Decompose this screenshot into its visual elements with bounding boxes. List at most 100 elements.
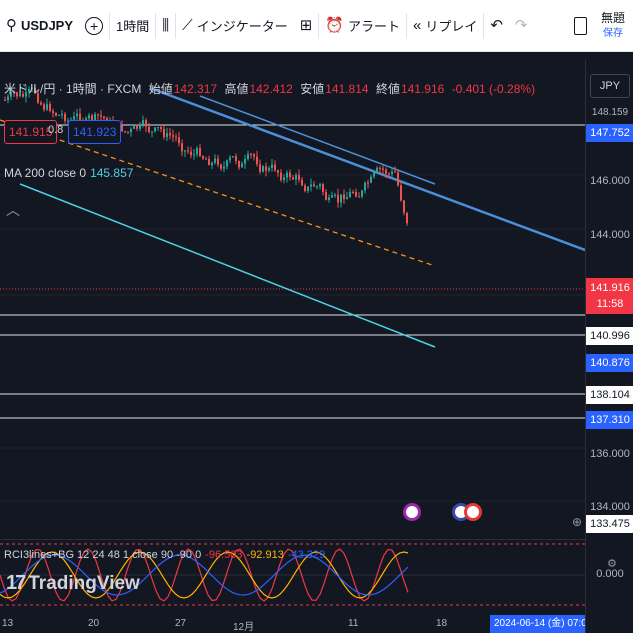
alarm-clock-icon: ⏰	[325, 17, 344, 34]
rci-long-value: -43.329	[287, 549, 326, 561]
candle-body	[97, 114, 99, 116]
watermark-text: TradingView	[28, 572, 140, 594]
candle-body	[214, 158, 216, 163]
price-tag: 140.996	[586, 327, 633, 345]
time-axis[interactable]: 13 20 27 12月 11 18 2024-06-14 (金) 07:00	[0, 615, 585, 633]
candle-body	[388, 173, 390, 175]
candle-body	[361, 190, 363, 197]
candle-body	[274, 164, 276, 171]
chart-area[interactable]: 米ドル/円 · 1時間 · FXCM 始値142.317 高値142.412 安…	[0, 60, 633, 633]
candle-body	[229, 157, 231, 161]
candle-body	[358, 196, 360, 198]
price-tick: 134.000	[590, 501, 630, 513]
candle-body	[211, 162, 213, 166]
candle-body	[157, 127, 159, 129]
current-price: 141.916	[590, 282, 630, 294]
candle-body	[307, 186, 309, 191]
candle-body	[376, 167, 378, 173]
candle-body	[382, 168, 384, 170]
gear-icon[interactable]: ⚙	[607, 557, 617, 570]
candle-body	[262, 166, 264, 172]
candle-body	[202, 156, 204, 159]
candle-body	[199, 148, 201, 157]
price-tag: 147.752	[586, 124, 633, 142]
candle-body	[403, 200, 405, 213]
candle-body	[271, 164, 273, 169]
time-tick: 18	[436, 618, 448, 629]
grid-icon: ⊞	[299, 17, 313, 34]
save-label: 保存	[602, 27, 623, 39]
buy-button[interactable]: 141.923	[68, 120, 122, 144]
candle-body	[151, 131, 153, 133]
candle-body	[124, 131, 126, 133]
candle-body	[163, 128, 165, 138]
candle-body	[295, 174, 297, 180]
candle-body	[400, 185, 402, 201]
indicators-label: インジケーター	[196, 19, 288, 34]
candle-body	[172, 135, 174, 137]
layout-button[interactable]	[568, 0, 593, 52]
candle-body	[184, 150, 186, 152]
candle-body	[100, 115, 102, 117]
low-label: 安値	[300, 82, 325, 96]
tradingview-logo: 17 TradingView	[6, 572, 140, 595]
economic-event-icon[interactable]	[403, 503, 421, 521]
chart-type-button[interactable]: ⫼	[156, 0, 175, 52]
candle-body	[346, 197, 348, 200]
channel-line	[19, 183, 436, 348]
candle-body	[142, 120, 144, 125]
time-tick: 20	[88, 618, 100, 629]
candle-body	[241, 163, 243, 168]
replay-button[interactable]: « リプレイ	[407, 0, 483, 52]
save-button[interactable]: 無題 保存	[593, 11, 633, 41]
price-tag: 133.475	[586, 515, 633, 533]
candle-body	[52, 110, 54, 113]
candle-body	[226, 160, 228, 167]
candle-body	[220, 164, 222, 169]
candle-body	[301, 179, 303, 186]
candle-body	[43, 104, 45, 110]
candle-body	[310, 184, 312, 187]
redo-button[interactable]: ↷	[509, 0, 534, 52]
plus-icon[interactable]: ⊕	[572, 515, 582, 529]
candle-body	[349, 192, 351, 198]
candle-body	[238, 161, 240, 168]
templates-button[interactable]: ⊞	[294, 0, 319, 52]
candle-body	[364, 182, 366, 191]
candle-body	[394, 171, 396, 173]
rci-mid-value: -92.913	[246, 549, 284, 561]
indicator-legend[interactable]: RCI3lines+BG 12 24 48 1 close 90 -90 0 -9…	[4, 549, 325, 561]
candle-body	[370, 176, 372, 183]
ma-legend[interactable]: MA 200 close 0 145.857	[4, 166, 133, 180]
search-icon: ⚲	[6, 17, 17, 34]
candle-body	[139, 124, 141, 129]
price-tag: 137.310	[586, 411, 633, 429]
candle-body	[325, 191, 327, 200]
interval-button[interactable]: 1時間	[110, 0, 155, 52]
candle-body	[247, 153, 249, 160]
candle-body	[49, 104, 51, 111]
candle-body	[187, 150, 189, 152]
candle-body	[160, 127, 162, 129]
symbol-search-button[interactable]: ⚲ USDJPY	[0, 0, 79, 52]
alert-button[interactable]: ⏰ アラート	[319, 0, 406, 52]
compare-button[interactable]: +	[79, 0, 109, 52]
undo-button[interactable]: ↶	[484, 0, 509, 52]
price-tick: 136.000	[590, 448, 630, 460]
plus-circle-icon: +	[85, 16, 104, 35]
candle-body	[319, 184, 321, 187]
candle-body	[148, 126, 150, 132]
candle-body	[340, 194, 342, 203]
candle-body	[259, 164, 261, 172]
price-tick: 144.000	[590, 229, 630, 241]
economic-event-icon[interactable]	[464, 503, 482, 521]
price-tick: 148.159	[591, 107, 629, 118]
indicators-button[interactable]: ⟋ インジケーター	[176, 0, 294, 52]
currency-button[interactable]: JPY	[590, 74, 630, 98]
price-axis[interactable]: JPY 148.159 147.752 146.000 144.000 141.…	[585, 60, 633, 633]
candle-body	[331, 195, 333, 198]
chevron-up-icon[interactable]: ︿	[6, 200, 20, 220]
candle-body	[190, 151, 192, 156]
candle-body	[253, 154, 255, 157]
pane-divider[interactable]	[0, 539, 585, 540]
